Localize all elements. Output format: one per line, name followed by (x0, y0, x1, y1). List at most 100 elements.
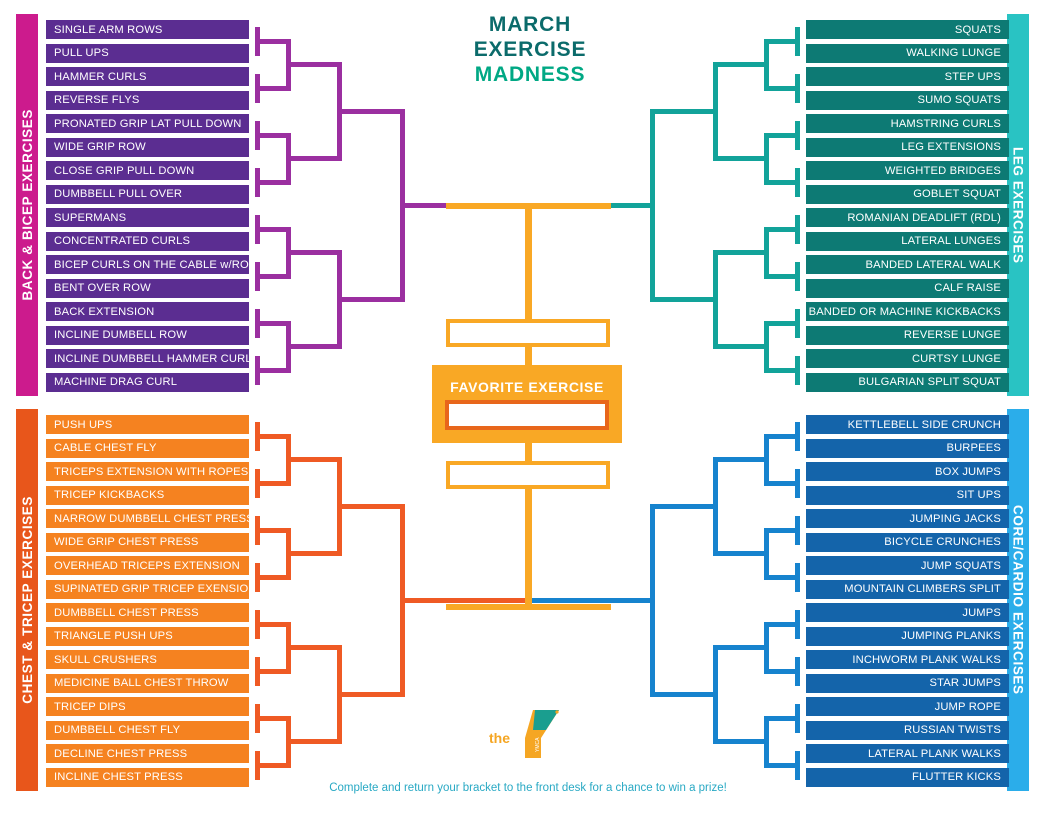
exercise-bar-core-cardio-5[interactable]: JUMPING JACKS (806, 509, 1009, 528)
exercise-bar-chest-tricep-1[interactable]: PUSH UPS (46, 415, 249, 434)
exercise-bar-core-cardio-15[interactable]: LATERAL PLANK WALKS (806, 744, 1009, 763)
exercise-bar-core-cardio-9[interactable]: JUMPS (806, 603, 1009, 622)
exercise-bar-core-cardio-8[interactable]: MOUNTAIN CLIMBERS SPLIT (806, 579, 1009, 599)
exercise-bar-leg-15[interactable]: CURTSY LUNGE (806, 349, 1009, 368)
exercise-bar-chest-tricep-4[interactable]: TRICEP KICKBACKS (46, 485, 249, 505)
bracket-r2-connector-core-cardio-2 (764, 527, 769, 580)
exercise-bar-chest-tricep-15[interactable]: DECLINE CHEST PRESS (46, 744, 249, 763)
exercise-bar-chest-tricep-2[interactable]: CABLE CHEST FLY (46, 438, 249, 458)
exercise-bar-leg-5[interactable]: HAMSTRING CURLS (806, 114, 1009, 133)
exercise-bar-core-cardio-7[interactable]: JUMP SQUATS (806, 556, 1009, 575)
exercise-bar-back-bicep-10[interactable]: CONCENTRATED CURLS (46, 231, 249, 251)
ymca-logo: the YMCA (489, 708, 559, 760)
bracket-r3-arm-chest-tricep-4 (291, 739, 342, 745)
bracket-r2-arm-core-cardio-3 (764, 527, 800, 533)
exercise-bar-core-cardio-13[interactable]: JUMP ROPE (806, 697, 1009, 716)
exercise-bar-core-cardio-10[interactable]: JUMPING PLANKS (806, 626, 1009, 646)
exercise-bar-leg-6[interactable]: LEG EXTENSIONS (806, 137, 1009, 157)
rail-label-core-cardio: CORE/CARDIO EXERCISES (1010, 505, 1026, 695)
exercise-bar-leg-3[interactable]: STEP UPS (806, 67, 1009, 86)
exercise-bar-chest-tricep-13[interactable]: TRICEP DIPS (46, 697, 249, 716)
exercise-bar-chest-tricep-7[interactable]: OVERHEAD TRICEPS EXTENSION (46, 556, 249, 575)
bracket-final-arm-core-cardio (528, 598, 650, 604)
upper-final-box[interactable] (446, 319, 610, 347)
exercise-bar-leg-9[interactable]: ROMANIAN DEADLIFT (RDL) (806, 208, 1009, 227)
bracket-r3-connector-core-cardio-1 (713, 457, 718, 557)
exercise-bar-back-bicep-3[interactable]: HAMMER CURLS (46, 67, 249, 86)
exercise-bar-leg-10[interactable]: LATERAL LUNGES (806, 231, 1009, 251)
exercise-bar-core-cardio-4[interactable]: SIT UPS (806, 485, 1009, 505)
exercise-bar-back-bicep-11[interactable]: BICEP CURLS ON THE CABLE w/ROPE (46, 255, 249, 274)
exercise-bar-back-bicep-13[interactable]: BACK EXTENSION (46, 302, 249, 321)
bracket-r2-connector-core-cardio-4 (764, 715, 769, 768)
exercise-bar-leg-14[interactable]: REVERSE LUNGE (806, 325, 1009, 345)
exercise-bar-back-bicep-4[interactable]: REVERSE FLYS (46, 90, 249, 110)
exercise-bar-back-bicep-1[interactable]: SINGLE ARM ROWS (46, 20, 249, 39)
page-title: MARCH EXERCISE MADNESS (430, 12, 630, 87)
exercise-bar-back-bicep-9[interactable]: SUPERMANS (46, 208, 249, 227)
exercise-bar-leg-2[interactable]: WALKING LUNGE (806, 43, 1009, 63)
exercise-bar-core-cardio-1[interactable]: KETTLEBELL SIDE CRUNCH (806, 415, 1009, 434)
center-cap-lower-right (525, 604, 611, 610)
exercise-bar-back-bicep-6[interactable]: WIDE GRIP ROW (46, 137, 249, 157)
bracket-r2-arm-core-cardio-7 (764, 715, 800, 721)
exercise-bar-leg-8[interactable]: GOBLET SQUAT (806, 184, 1009, 204)
bracket-r3-arm-back-bicep-2 (291, 156, 342, 162)
center-spine-bottom (525, 487, 532, 610)
bracket-r2-connector-leg-4 (764, 320, 769, 373)
exercise-bar-leg-13[interactable]: BANDED OR MACHINE KICKBACKS (806, 302, 1009, 321)
exercise-bar-back-bicep-8[interactable]: DUMBBELL PULL OVER (46, 184, 249, 204)
title-line-3: MADNESS (474, 63, 586, 86)
exercise-bar-back-bicep-16[interactable]: MACHINE DRAG CURL (46, 372, 249, 392)
exercise-bar-leg-7[interactable]: WEIGHTED BRIDGES (806, 161, 1009, 180)
bracket-r3-arm-core-cardio-4 (713, 739, 764, 745)
exercise-bar-core-cardio-11[interactable]: INCHWORM PLANK WALKS (806, 650, 1009, 669)
bracket-r2-arm-core-cardio-2 (764, 480, 800, 486)
exercise-bar-core-cardio-6[interactable]: BICYCLE CRUNCHES (806, 532, 1009, 552)
exercise-bar-chest-tricep-11[interactable]: SKULL CRUSHERS (46, 650, 249, 669)
exercise-bar-leg-16[interactable]: BULGARIAN SPLIT SQUAT (806, 372, 1009, 392)
exercise-bar-core-cardio-14[interactable]: RUSSIAN TWISTS (806, 720, 1009, 740)
exercise-bar-back-bicep-12[interactable]: BENT OVER ROW (46, 278, 249, 298)
bracket-r2-arm-leg-6 (764, 273, 800, 279)
exercise-bar-chest-tricep-12[interactable]: MEDICINE BALL CHEST THROW (46, 673, 249, 693)
exercise-bar-core-cardio-12[interactable]: STAR JUMPS (806, 673, 1009, 693)
bracket-r4-arm-leg-2 (650, 297, 713, 303)
bracket-r3-arm-back-bicep-3 (291, 250, 342, 256)
exercise-bar-chest-tricep-6[interactable]: WIDE GRIP CHEST PRESS (46, 532, 249, 552)
exercise-bar-back-bicep-14[interactable]: INCLINE DUMBELL ROW (46, 325, 249, 345)
exercise-bar-chest-tricep-14[interactable]: DUMBBELL CHEST FLY (46, 720, 249, 740)
rail-label-chest-tricep: CHEST & TRICEP EXERCISES (19, 496, 35, 704)
exercise-bar-core-cardio-3[interactable]: BOX JUMPS (806, 462, 1009, 481)
exercise-bar-back-bicep-5[interactable]: PRONATED GRIP LAT PULL DOWN (46, 114, 249, 133)
exercise-bar-chest-tricep-3[interactable]: TRICEPS EXTENSION WITH ROPES (46, 462, 249, 481)
bracket-r2-arm-leg-1 (764, 38, 800, 44)
svg-text:YMCA: YMCA (535, 737, 541, 752)
exercise-bar-back-bicep-2[interactable]: PULL UPS (46, 43, 249, 63)
title-line-2: EXERCISE (473, 38, 587, 61)
bracket-r2-connector-leg-1 (764, 38, 769, 91)
exercise-bar-leg-1[interactable]: SQUATS (806, 20, 1009, 39)
lower-final-box[interactable] (446, 461, 610, 489)
exercise-bar-core-cardio-2[interactable]: BURPEES (806, 438, 1009, 458)
bracket-r3-arm-chest-tricep-2 (291, 551, 342, 557)
center-cap-lower-left (446, 604, 532, 610)
exercise-bar-back-bicep-7[interactable]: CLOSE GRIP PULL DOWN (46, 161, 249, 180)
bracket-r3-arm-core-cardio-3 (713, 645, 764, 651)
exercise-bar-back-bicep-15[interactable]: INCLINE DUMBBELL HAMMER CURL SMITH (46, 349, 249, 368)
bracket-canvas: MARCH EXERCISE MADNESS BACK & BICEP EXER… (0, 0, 1056, 816)
exercise-bar-chest-tricep-5[interactable]: NARROW DUMBBELL CHEST PRESS (46, 509, 249, 528)
favorite-exercise-input[interactable] (445, 399, 609, 430)
exercise-bar-leg-12[interactable]: CALF RAISE (806, 278, 1009, 298)
bracket-final-arm-chest-tricep (405, 598, 528, 604)
bracket-r2-arm-leg-4 (764, 179, 800, 185)
exercise-bar-chest-tricep-10[interactable]: TRIANGLE PUSH UPS (46, 626, 249, 646)
exercise-bar-leg-11[interactable]: BANDED LATERAL WALK (806, 255, 1009, 274)
exercise-bar-chest-tricep-8[interactable]: SUPINATED GRIP TRICEP EXENSION (46, 579, 249, 599)
bracket-r4-arm-chest-tricep-1 (342, 504, 405, 510)
exercise-bar-leg-4[interactable]: SUMO SQUATS (806, 90, 1009, 110)
rail-leg: LEG EXERCISES (1007, 14, 1029, 396)
bracket-r2-arm-leg-3 (764, 132, 800, 138)
exercise-bar-chest-tricep-9[interactable]: DUMBBELL CHEST PRESS (46, 603, 249, 622)
center-spine-lower-link (525, 441, 532, 463)
